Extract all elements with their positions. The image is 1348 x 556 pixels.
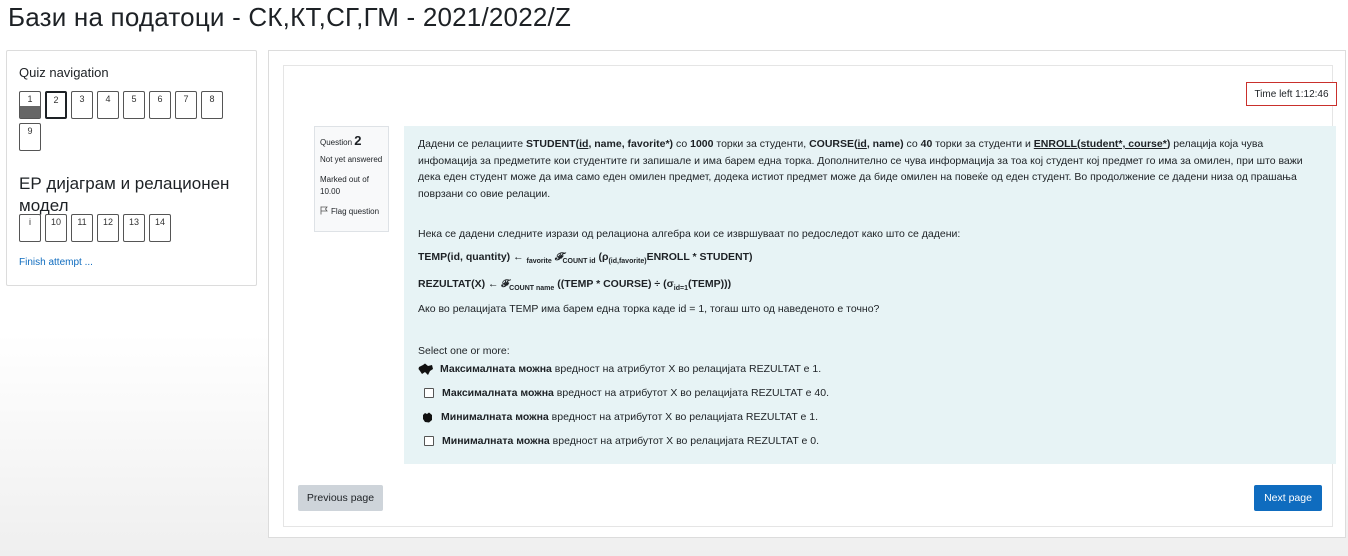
quiz-nav-button-1[interactable]: 1 (19, 91, 41, 119)
timer: Time left 1:12:46 (1246, 82, 1337, 106)
answer-option-2[interactable]: Максималната можна вредност на атрибутот… (418, 381, 1322, 405)
formula-rezultat: REZULTAT(X) ← 𝓕COUNT name ((TEMP * COURS… (418, 277, 732, 292)
question-state: Not yet answered (320, 155, 383, 164)
formula-temp: TEMP(id, quantity) ← favorite 𝓕COUNT id … (418, 250, 753, 265)
question-paragraph-2: Нека се дадени следните изрази од релаци… (418, 228, 961, 240)
checkbox[interactable] (424, 388, 434, 399)
quiz-nav-row-1: 1 2 3 4 5 6 7 8 9 (19, 91, 229, 151)
quiz-nav-button-13[interactable]: 13 (123, 214, 145, 242)
quiz-nav-button-11[interactable]: 11 (71, 214, 93, 242)
question-text: Дадени се релациите STUDENT(id, name, fa… (418, 136, 1322, 317)
section-title: ЕР дијаграм и релационен модел (19, 174, 230, 215)
question-paragraph-3: Ако во релацијата TEMP има барем една то… (418, 302, 880, 315)
quiz-nav-button-info[interactable]: i (19, 214, 41, 242)
previous-page-button[interactable]: Previous page (298, 485, 383, 511)
answer-option-1[interactable]: Максималната можна вредност на атрибутот… (418, 357, 1322, 381)
quiz-navigation-block: Quiz navigation 1 2 3 4 5 6 7 8 9 ЕР диј… (6, 50, 257, 286)
question-info: Question 2 Not yet answered Marked out o… (314, 126, 389, 232)
question-grade: Marked out of 10.00 (320, 175, 369, 196)
quiz-nav-button-14[interactable]: 14 (149, 214, 171, 242)
main-region: Time left 1:12:46 Question 2 Not yet ans… (268, 50, 1346, 538)
checkbox[interactable] (424, 436, 434, 447)
quiz-nav-button-5[interactable]: 5 (123, 91, 145, 119)
quiz-nav-button-8[interactable]: 8 (201, 91, 223, 119)
quiz-nav-button-4[interactable]: 4 (97, 91, 119, 119)
select-prompt: Select one or more: (418, 345, 510, 358)
question-region: Time left 1:12:46 Question 2 Not yet ans… (283, 65, 1337, 527)
quiz-nav-row-2: i 10 11 12 13 14 (19, 214, 229, 242)
question-content: Дадени се релациите STUDENT(id, name, fa… (404, 126, 1336, 464)
next-page-button[interactable]: Next page (1254, 485, 1322, 511)
scribble-mark-icon (422, 412, 433, 423)
finish-attempt-link[interactable]: Finish attempt ... (19, 257, 93, 268)
flag-icon (320, 206, 328, 217)
page-title: Бази на податоци - СК,КТ,СГ,ГМ - 2021/20… (8, 2, 572, 32)
quiz-nav-button-12[interactable]: 12 (97, 214, 119, 242)
quiz-nav-button-10[interactable]: 10 (45, 214, 67, 242)
question-paragraph-1: Дадени се релациите STUDENT(id, name, fa… (418, 138, 1303, 200)
quiz-nav-button-9[interactable]: 9 (19, 123, 41, 151)
quiz-navigation-title: Quiz navigation (19, 65, 109, 80)
answer-option-4[interactable]: Минималната можна вредност на атрибутот … (418, 429, 1322, 453)
scribble-mark-icon (418, 363, 433, 376)
quiz-nav-button-2[interactable]: 2 (45, 91, 67, 119)
quiz-nav-button-6[interactable]: 6 (149, 91, 171, 119)
question-number: Question 2 (320, 133, 362, 148)
quiz-nav-button-3[interactable]: 3 (71, 91, 93, 119)
quiz-nav-button-7[interactable]: 7 (175, 91, 197, 119)
answer-option-3[interactable]: Минималната можна вредност на атрибутот … (418, 405, 1322, 429)
flag-question-button[interactable]: Flag question (320, 206, 383, 217)
